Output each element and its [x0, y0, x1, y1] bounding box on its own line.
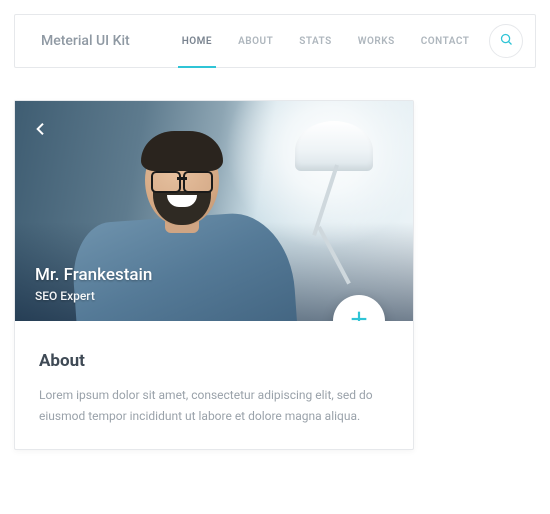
chevron-left-icon [33, 117, 49, 145]
brand-title: Meterial UI Kit [27, 33, 138, 49]
profile-role: SEO Expert [35, 289, 152, 303]
nav-item-about[interactable]: ABOUT [238, 16, 273, 67]
nav-items: HOME ABOUT STATS WORKS CONTACT [182, 16, 489, 67]
nav-item-works[interactable]: WORKS [358, 16, 395, 67]
about-body-text: Lorem ipsum dolor sit amet, consectetur … [39, 385, 389, 427]
search-icon [499, 32, 514, 51]
profile-card: Mr. Frankestain SEO Expert About Lorem i… [14, 100, 414, 450]
card-body: About Lorem ipsum dolor sit amet, consec… [15, 321, 413, 449]
search-button[interactable] [489, 24, 523, 58]
nav-item-stats[interactable]: STATS [299, 16, 332, 67]
profile-name: Mr. Frankestain [35, 265, 152, 285]
nav-item-home[interactable]: HOME [182, 16, 212, 67]
carousel-prev-button[interactable] [27, 117, 55, 145]
navbar: Meterial UI Kit HOME ABOUT STATS WORKS C… [14, 14, 536, 68]
about-heading: About [39, 351, 389, 371]
nav-item-contact[interactable]: CONTACT [421, 16, 470, 67]
profile-hero: Mr. Frankestain SEO Expert [15, 101, 413, 321]
plus-icon [348, 308, 370, 321]
hero-text: Mr. Frankestain SEO Expert [35, 265, 152, 303]
